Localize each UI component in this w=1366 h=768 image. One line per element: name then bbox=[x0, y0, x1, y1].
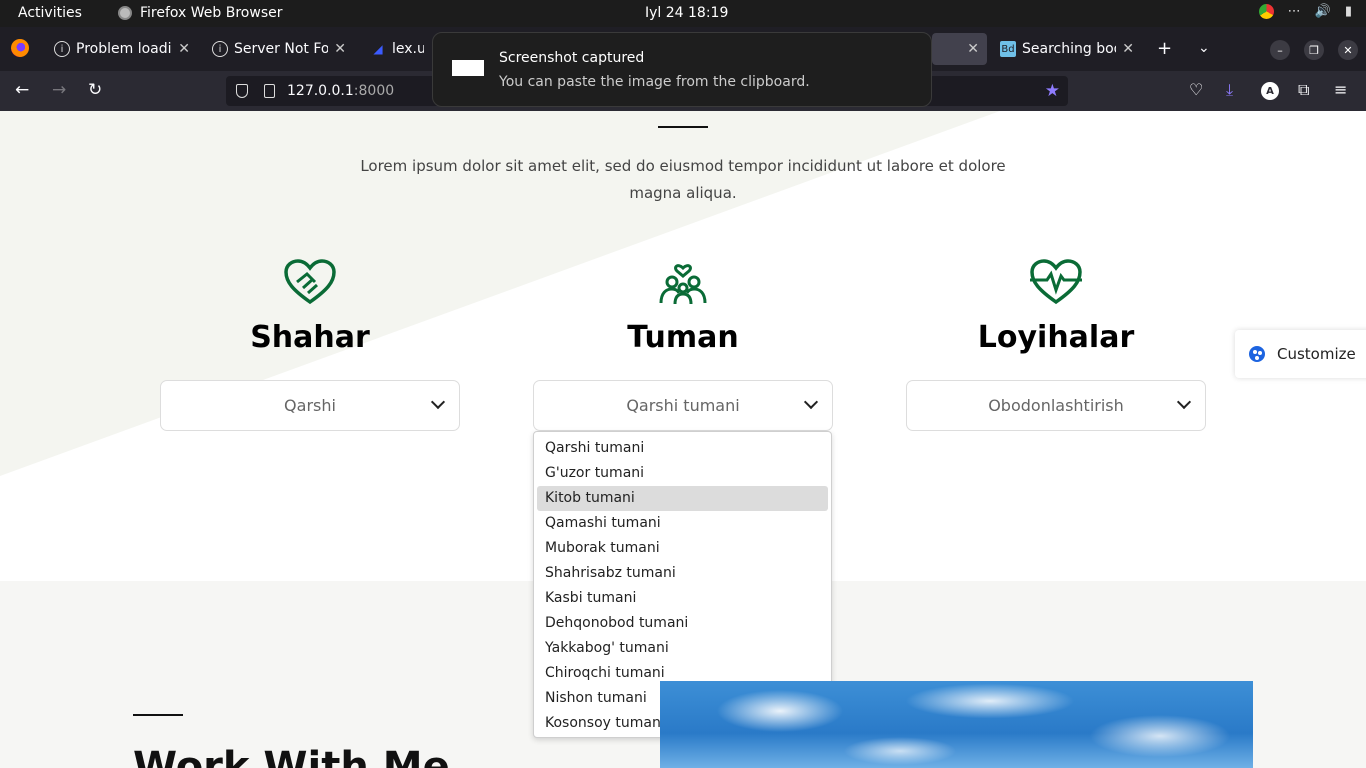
close-tab-icon[interactable]: ✕ bbox=[967, 41, 979, 57]
url-port: :8000 bbox=[353, 83, 395, 99]
customize-button[interactable]: Customize bbox=[1235, 330, 1366, 378]
tab-server-not-found[interactable]: i Server Not Found ✕ bbox=[204, 33, 354, 65]
dropdown-option[interactable]: Muborak tumani bbox=[537, 536, 828, 561]
reload-icon[interactable]: ↻ bbox=[88, 80, 102, 100]
battery-icon[interactable]: ▮ bbox=[1345, 4, 1352, 19]
firefox-view-icon[interactable] bbox=[11, 39, 29, 57]
handshake-heart-icon bbox=[284, 259, 336, 305]
page-info-icon[interactable] bbox=[264, 84, 275, 98]
sky-image bbox=[660, 681, 1253, 768]
work-section-title: Work With Me bbox=[133, 744, 450, 768]
chevron-down-icon bbox=[430, 394, 446, 410]
palette-icon bbox=[1249, 346, 1265, 362]
close-tab-icon[interactable]: ✕ bbox=[334, 41, 346, 57]
tab-title: Problem loading bbox=[76, 41, 172, 57]
tab-searching-boot[interactable]: Bd Searching boot ✕ bbox=[992, 33, 1142, 65]
dropdown-option[interactable]: Dehqonobod tumani bbox=[537, 611, 828, 636]
volume-icon[interactable]: 🔊 bbox=[1315, 4, 1331, 19]
tab-problem-loading[interactable]: i Problem loading ✕ bbox=[46, 33, 198, 65]
chrome-indicator-icon[interactable] bbox=[1258, 4, 1274, 19]
section-divider bbox=[133, 714, 183, 716]
dropdown-option[interactable]: Kasbi tumani bbox=[537, 586, 828, 611]
tab-title: Server Not Found bbox=[234, 41, 329, 57]
people-heart-icon bbox=[659, 264, 707, 305]
tuman-select[interactable]: Qarshi tumani bbox=[533, 380, 833, 431]
chevron-down-icon bbox=[1176, 394, 1192, 410]
bookmark-star-icon[interactable]: ★ bbox=[1045, 81, 1060, 101]
screenshot-notification[interactable]: Screenshot captured You can paste the im… bbox=[432, 32, 932, 107]
url-text[interactable]: 127.0.0.1:8000 bbox=[287, 83, 394, 99]
account-icon[interactable]: A bbox=[1261, 82, 1279, 100]
info-icon: i bbox=[54, 41, 70, 57]
tracking-shield-icon[interactable] bbox=[236, 84, 248, 98]
close-tab-icon[interactable]: ✕ bbox=[1122, 41, 1134, 57]
app-name: Firefox Web Browser bbox=[140, 5, 283, 21]
lex-favicon-icon: ◢ bbox=[373, 42, 383, 56]
screenshot-thumbnail bbox=[452, 60, 484, 76]
section-divider bbox=[658, 126, 708, 128]
new-tab-icon[interactable]: + bbox=[1157, 38, 1172, 59]
menu-icon[interactable]: ≡ bbox=[1334, 80, 1347, 99]
notification-message: You can paste the image from the clipboa… bbox=[499, 74, 810, 90]
column-title-tuman: Tuman bbox=[627, 320, 739, 355]
dropdown-option[interactable]: Qarshi tumani bbox=[537, 436, 828, 461]
notification-title: Screenshot captured bbox=[499, 50, 645, 66]
bd-favicon-icon: Bd bbox=[1000, 41, 1016, 57]
dropdown-option[interactable]: Qamashi tumani bbox=[537, 511, 828, 536]
tab-title: Searching boot bbox=[1022, 41, 1116, 57]
web-page: Lorem ipsum dolor sit amet elit, sed do … bbox=[0, 111, 1366, 768]
tab-active[interactable]: ✕ bbox=[932, 33, 987, 65]
customize-label: Customize bbox=[1277, 345, 1356, 363]
app-menu[interactable]: Firefox Web Browser bbox=[118, 5, 283, 21]
shahar-select[interactable]: Qarshi bbox=[160, 380, 460, 431]
select-value: Obodonlashtirish bbox=[988, 396, 1124, 415]
downloads-icon[interactable]: ⤓ bbox=[1226, 80, 1233, 100]
system-tray[interactable]: ⋯ 🔊 ▮ bbox=[1258, 4, 1352, 19]
list-tabs-icon[interactable]: ⌄ bbox=[1198, 40, 1210, 56]
section-lead-text: Lorem ipsum dolor sit amet elit, sed do … bbox=[360, 157, 1006, 202]
activities-button[interactable]: Activities bbox=[18, 5, 82, 21]
dropdown-option-highlighted[interactable]: Kitob tumani bbox=[537, 486, 828, 511]
chevron-down-icon bbox=[803, 394, 819, 410]
url-host: 127.0.0.1 bbox=[287, 83, 354, 99]
firefox-icon bbox=[118, 6, 132, 20]
close-tab-icon[interactable]: ✕ bbox=[178, 41, 190, 57]
select-value: Qarshi bbox=[284, 396, 336, 415]
loyihalar-select[interactable]: Obodonlashtirish bbox=[906, 380, 1206, 431]
select-value: Qarshi tumani bbox=[626, 396, 740, 415]
clock[interactable]: Iyl 24 18:19 bbox=[645, 5, 728, 21]
network-icon[interactable]: ⋯ bbox=[1288, 4, 1301, 19]
restore-icon[interactable]: ❐ bbox=[1304, 40, 1324, 60]
dropdown-option[interactable]: Yakkabog' tumani bbox=[537, 636, 828, 661]
back-icon[interactable]: ← bbox=[15, 80, 29, 100]
tab-lex-uz[interactable]: ◢ lex.uz/ bbox=[362, 33, 432, 65]
system-top-bar: Activities Firefox Web Browser Iyl 24 18… bbox=[0, 0, 1366, 27]
dropdown-option[interactable]: Shahrisabz tumani bbox=[537, 561, 828, 586]
tab-title: lex.uz/ bbox=[392, 41, 424, 57]
dropdown-option[interactable]: G'uzor tumani bbox=[537, 461, 828, 486]
pocket-icon[interactable]: ♡ bbox=[1189, 80, 1203, 99]
heartbeat-icon bbox=[1030, 259, 1082, 305]
column-title-shahar: Shahar bbox=[250, 320, 370, 355]
forward-icon[interactable]: → bbox=[52, 80, 66, 100]
minimize-icon[interactable]: – bbox=[1270, 40, 1290, 60]
info-icon: i bbox=[212, 41, 228, 57]
close-window-icon[interactable]: ✕ bbox=[1338, 40, 1358, 60]
column-title-loyihalar: Loyihalar bbox=[977, 320, 1135, 355]
extensions-icon[interactable]: ⧉ bbox=[1298, 80, 1309, 100]
